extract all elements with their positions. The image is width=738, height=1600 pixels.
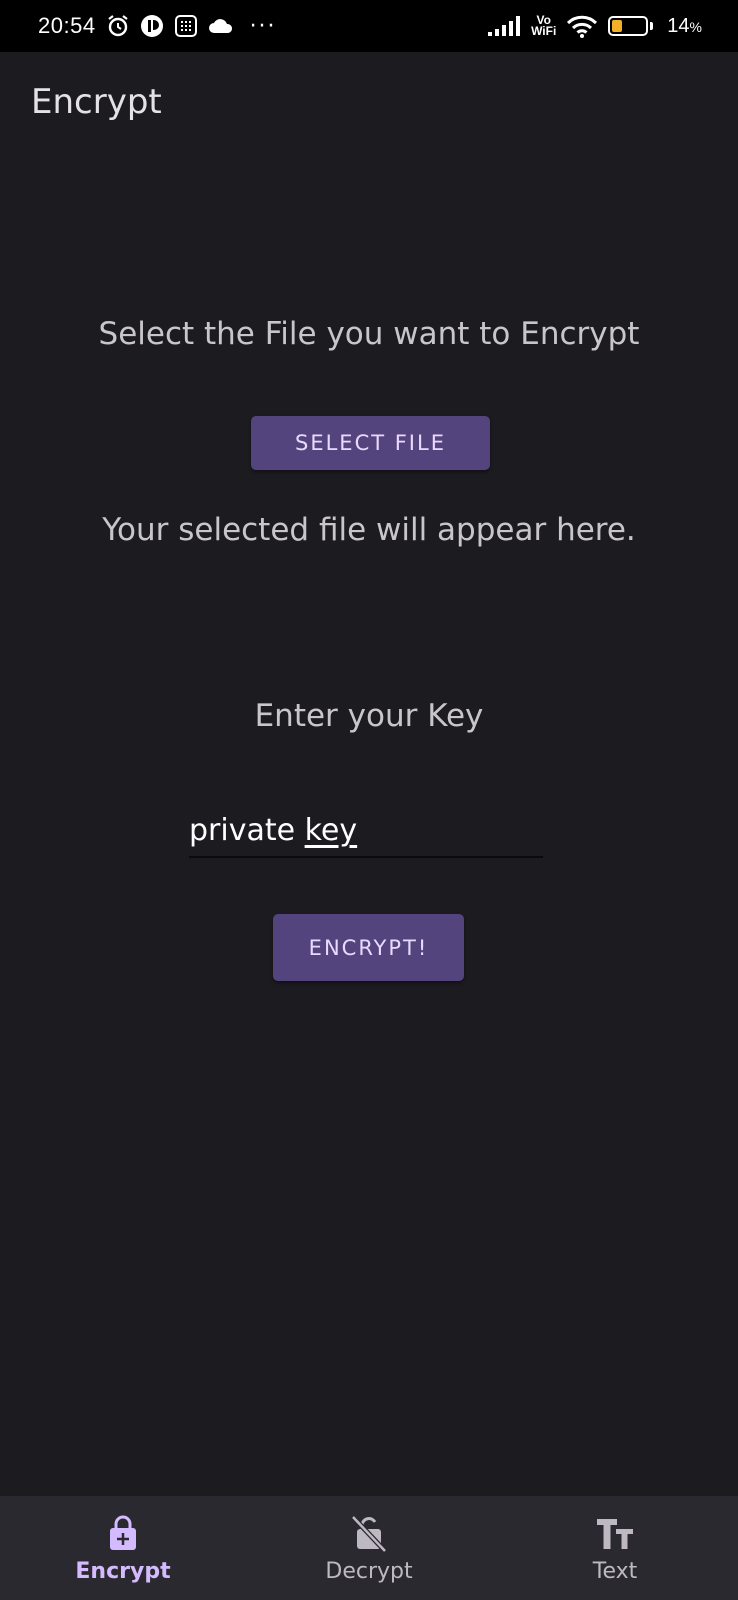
key-value-underlined: key xyxy=(304,813,358,848)
battery-percent-value: 14 xyxy=(667,14,690,37)
lock-off-icon xyxy=(349,1513,389,1553)
status-bar-right: Vo WiFi 14% xyxy=(487,14,702,38)
screen: 20:54 ··· Vo WiFi 14% Encrypt Select the… xyxy=(0,0,738,1600)
selected-file-text: Your selected file will appear here. xyxy=(102,512,636,548)
nav-item-text[interactable]: Text xyxy=(492,1496,738,1600)
cloud-icon xyxy=(208,16,234,36)
vowifi-icon: Vo WiFi xyxy=(531,14,557,38)
battery-percent: 14% xyxy=(667,15,702,38)
battery-icon xyxy=(608,16,654,36)
status-bar: 20:54 ··· Vo WiFi 14% xyxy=(0,0,738,52)
nav-label-decrypt: Decrypt xyxy=(325,1558,413,1584)
select-file-button[interactable]: SELECT FILE xyxy=(251,416,490,470)
nav-label-text: Text xyxy=(592,1558,638,1584)
nav-item-encrypt[interactable]: Encrypt xyxy=(0,1496,246,1600)
signal-icon xyxy=(487,15,521,37)
select-file-prompt: Select the File you want to Encrypt xyxy=(98,316,640,352)
battery-level-fill xyxy=(612,20,623,32)
encrypt-button[interactable]: ENCRYPT! xyxy=(273,914,464,981)
calendar-icon xyxy=(174,14,198,38)
vowifi-bottom: WiFi xyxy=(531,24,557,38)
more-dots-icon: ··· xyxy=(249,13,277,39)
battery-percent-unit: % xyxy=(689,18,702,35)
key-input-field[interactable]: private key xyxy=(189,808,543,858)
battery-body xyxy=(608,16,649,36)
bottom-navigation: Encrypt Decrypt Text xyxy=(0,1496,738,1600)
page-title: Encrypt xyxy=(31,82,162,122)
clock: 20:54 xyxy=(38,13,96,38)
text-fields-icon xyxy=(595,1513,635,1553)
key-input[interactable]: private key xyxy=(189,808,543,854)
status-bar-left: 20:54 ··· xyxy=(38,13,277,39)
key-prompt: Enter your Key xyxy=(254,698,484,734)
wifi-icon xyxy=(566,14,598,38)
battery-tip xyxy=(650,22,654,30)
alarm-icon xyxy=(106,14,130,38)
app-notification-icon xyxy=(140,14,164,38)
nav-label-encrypt: Encrypt xyxy=(75,1558,171,1584)
nav-item-decrypt[interactable]: Decrypt xyxy=(246,1496,492,1600)
lock-add-icon xyxy=(103,1513,143,1553)
key-value-plain: private xyxy=(189,813,305,848)
